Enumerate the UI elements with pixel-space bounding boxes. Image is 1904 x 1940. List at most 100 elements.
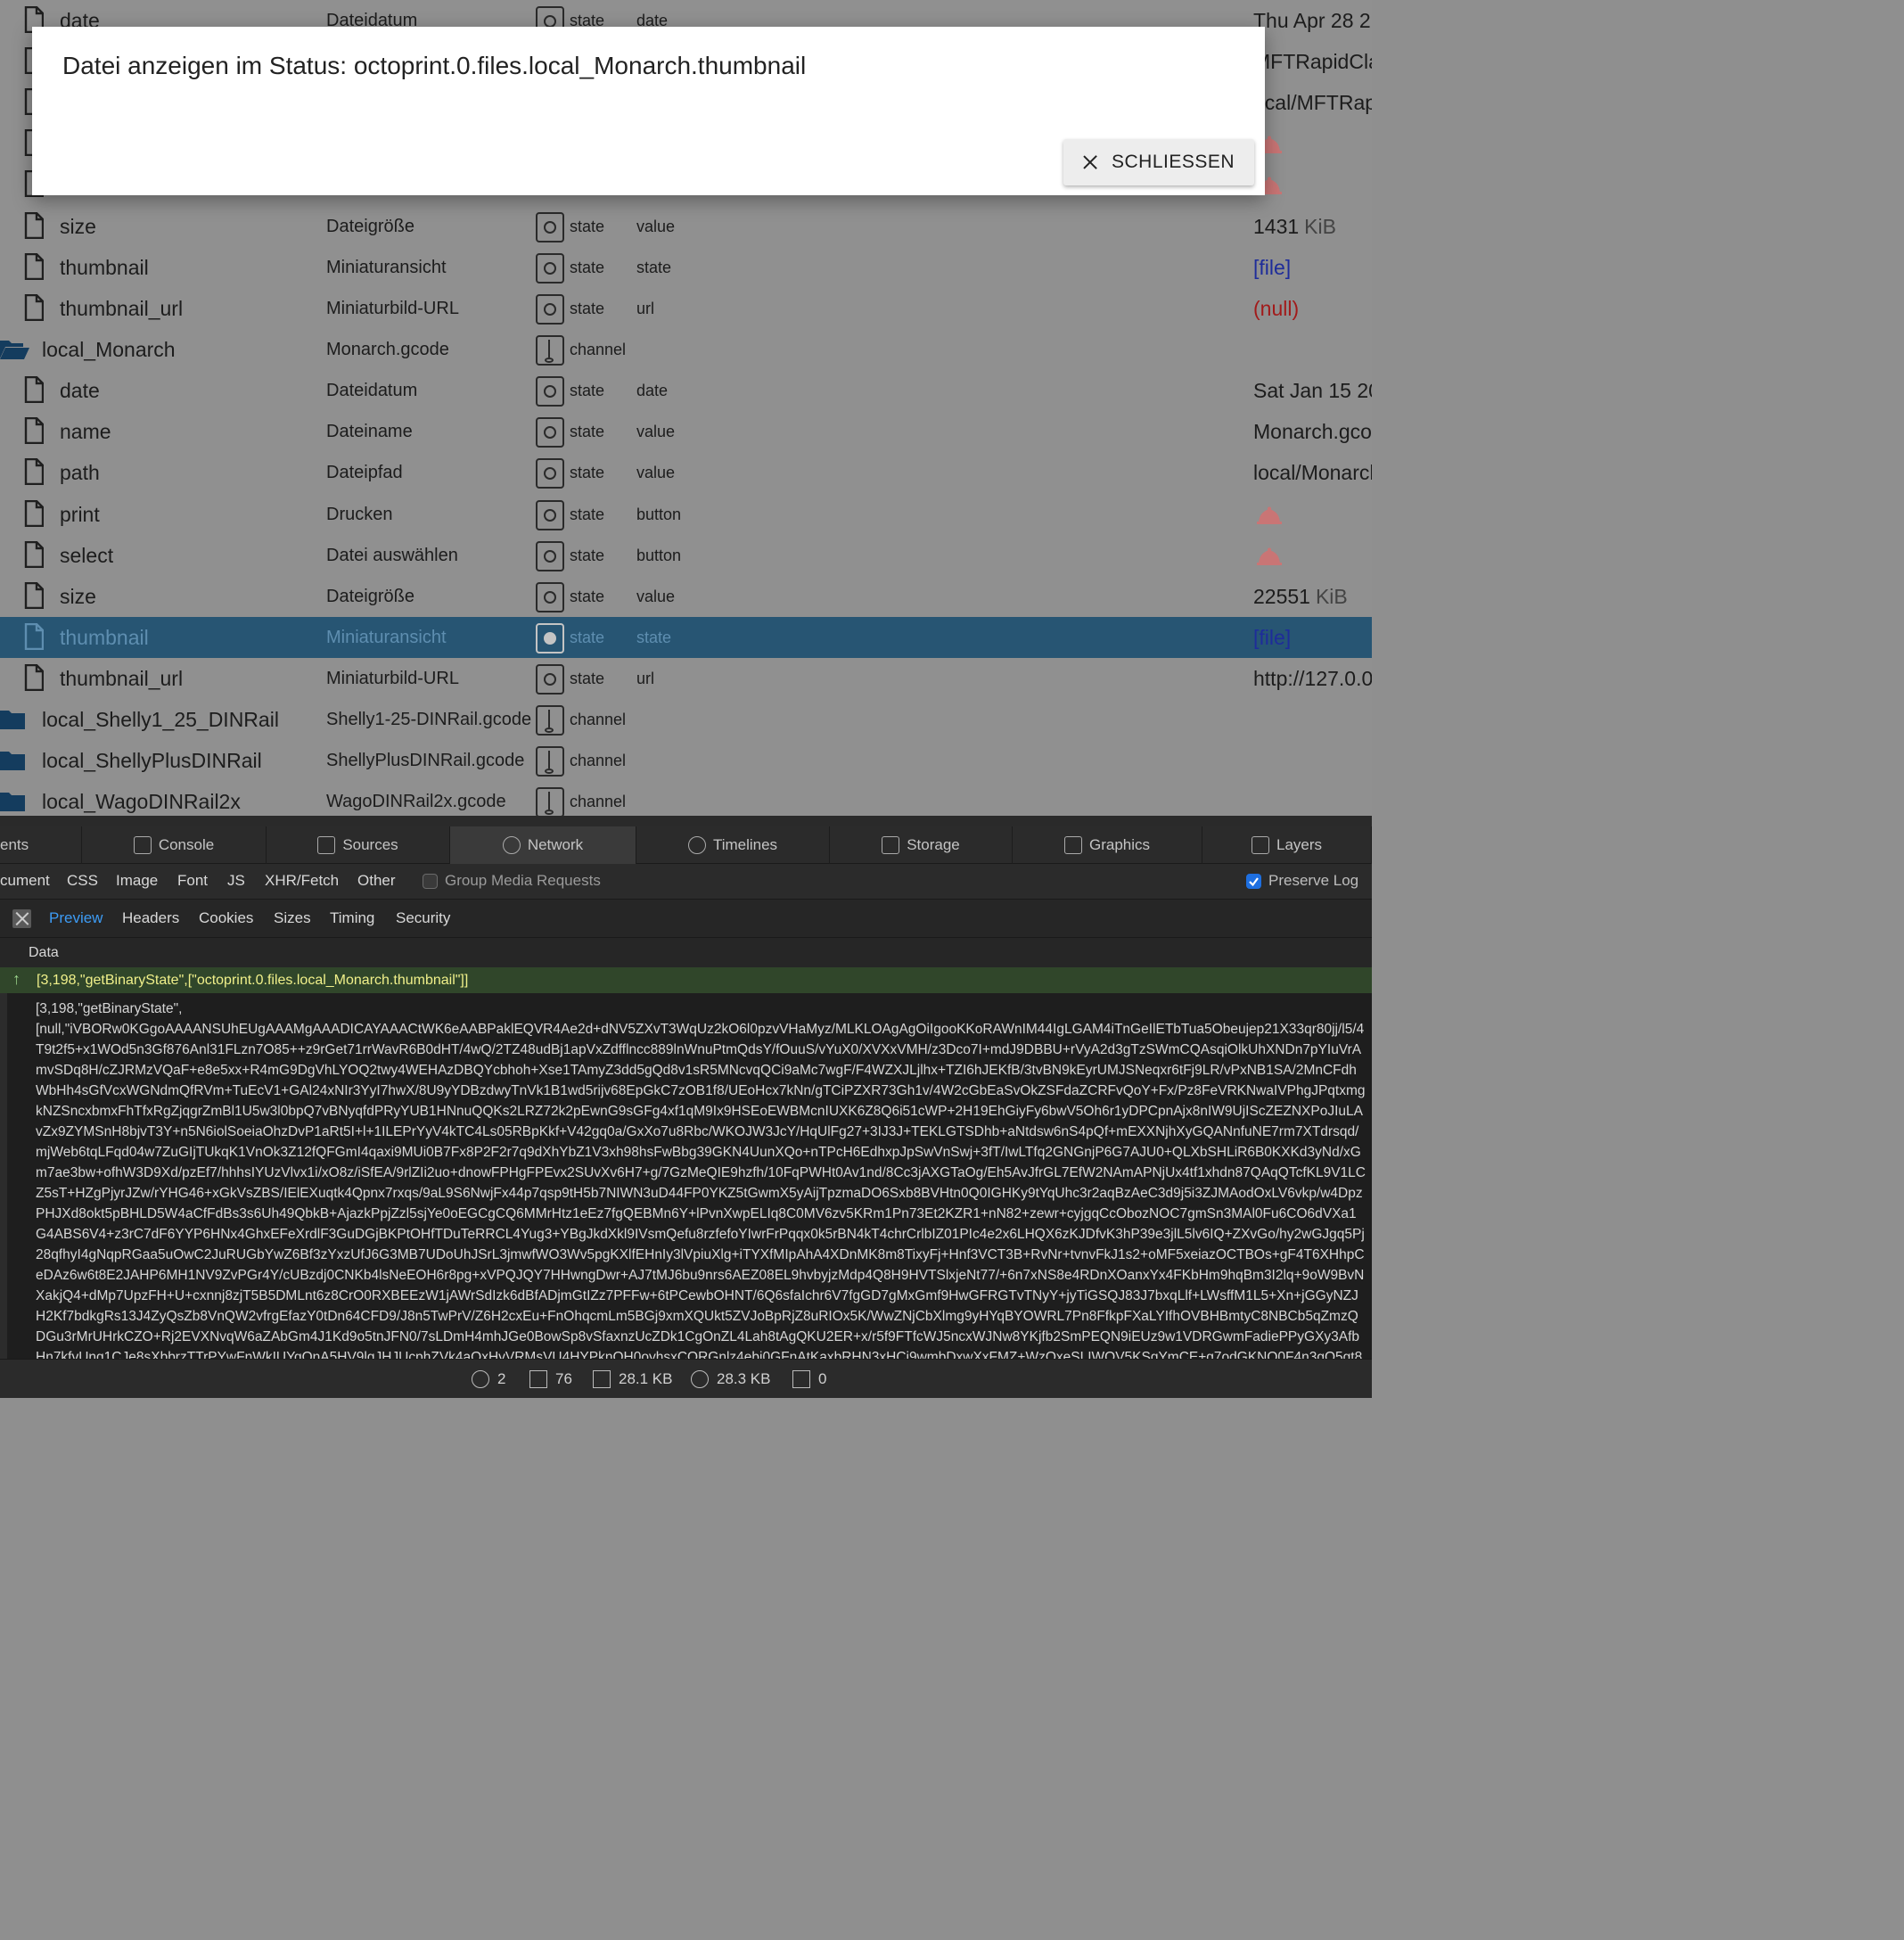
graphics-icon <box>1063 836 1082 854</box>
tree-row[interactable]: thumbnail Miniaturansicht state state [file] <box>0 247 1372 288</box>
tree-row-role: button <box>636 506 682 523</box>
tree-row-type: channel <box>570 711 627 728</box>
subtab-headers[interactable]: Headers <box>122 900 179 937</box>
domains-count: 2 <box>472 1360 505 1399</box>
channel-icon <box>536 787 564 816</box>
tree-row-role: value <box>636 588 676 605</box>
tree-row-type: channel <box>570 793 627 810</box>
error-icon <box>792 1370 810 1388</box>
tree-row-value: ocal/MFTRap <box>1253 82 1372 123</box>
tab-graphics[interactable]: Graphics <box>1013 826 1202 864</box>
group-media-checkbox[interactable] <box>423 874 438 889</box>
tree-row-name: thumbnail_url <box>60 297 184 320</box>
resources-value: 76 <box>555 1370 572 1387</box>
tree-row-name: thumbnail_url <box>60 667 184 690</box>
filter-cument[interactable]: cument <box>0 864 50 898</box>
tree-row-value[interactable]: [file] <box>1253 617 1291 658</box>
tree-row-role: url <box>636 670 655 687</box>
tree-row-description: Drucken <box>326 505 393 524</box>
tree-row-type: state <box>570 506 605 523</box>
subtab-security[interactable]: Security <box>396 900 450 937</box>
state-icon <box>536 500 564 530</box>
close-detail-icon[interactable] <box>12 909 31 928</box>
tree-row-type: state <box>570 629 605 646</box>
tree-row[interactable]: local_Shelly1_25_DINRail Shelly1-25-DINRa… <box>0 699 1372 740</box>
size-value: 28.3 KB <box>717 1370 771 1387</box>
subtab-preview[interactable]: Preview <box>49 900 103 937</box>
tree-row-description: Dateidatum <box>326 381 418 400</box>
tree-row[interactable]: path Dateipfad state value local/Monarch <box>0 452 1372 493</box>
state-icon <box>536 623 564 654</box>
file-icon <box>24 541 44 568</box>
filter-js[interactable]: JS <box>227 864 245 898</box>
state-icon <box>536 212 564 242</box>
tree-row[interactable]: size Dateigröße state value 22551 KiB <box>0 576 1372 617</box>
subtab-sizes[interactable]: Sizes <box>274 900 311 937</box>
received-message-text: [3,198,"getBinaryState", [null,"iVBORw0K… <box>36 1001 1366 1359</box>
tree-row-name: name <box>60 420 111 443</box>
received-message-panel[interactable]: [3,198,"getBinaryState", [null,"iVBORw0K… <box>0 993 1372 1359</box>
tab-timelines[interactable]: Timelines <box>636 826 830 864</box>
value-text: 22551 <box>1253 585 1310 608</box>
file-icon <box>24 582 44 609</box>
resources-count: 76 <box>529 1360 572 1399</box>
value-text: [file] <box>1253 626 1292 649</box>
devtools-resize-handle[interactable] <box>0 816 1372 826</box>
state-icon <box>536 376 564 407</box>
transferred-value: 28.1 KB <box>619 1370 673 1387</box>
filter-xhrfetch[interactable]: XHR/Fetch <box>265 864 339 898</box>
tree-row-role: value <box>636 423 676 440</box>
tree-row-description: Miniaturbild-URL <box>326 299 459 318</box>
filter-other[interactable]: Other <box>357 864 396 898</box>
tree-row-value[interactable]: [file] <box>1253 247 1291 288</box>
tab-network[interactable]: Network <box>450 826 636 864</box>
sources-icon <box>317 836 336 854</box>
file-view-dialog: Datei anzeigen im Status: octoprint.0.fi… <box>32 27 1265 195</box>
button-bell-icon[interactable] <box>1256 547 1283 565</box>
tree-row-type: state <box>570 300 605 317</box>
preserve-log-checkbox[interactable] <box>1246 874 1261 889</box>
tab-storage[interactable]: Storage <box>830 826 1013 864</box>
filter-css[interactable]: CSS <box>67 864 98 898</box>
tree-row-description: Dateigröße <box>326 217 414 236</box>
tab-sources[interactable]: Sources <box>267 826 450 864</box>
button-bell-icon[interactable] <box>1256 506 1283 524</box>
subtab-cookies[interactable]: Cookies <box>199 900 253 937</box>
value-text: http://127.0.0 <box>1253 667 1372 690</box>
tree-row-name: select <box>60 544 114 567</box>
tab-ents[interactable]: ents <box>0 826 82 864</box>
tree-row-role: state <box>636 629 672 646</box>
tree-row[interactable]: size Dateigröße state value 1431 KiB <box>0 206 1372 247</box>
file-icon <box>24 458 44 485</box>
tree-row[interactable]: name Dateiname state value Monarch.gcod <box>0 411 1372 452</box>
tab-layers[interactable]: Layers <box>1202 826 1372 864</box>
state-icon <box>536 582 564 612</box>
data-header-label: Data <box>29 945 59 960</box>
tab-console[interactable]: Console <box>82 826 267 864</box>
tree-row-value: 1431 KiB <box>1253 206 1336 247</box>
value-text: ocal/MFTRap <box>1253 91 1372 114</box>
data-column-header: Data <box>0 938 1372 967</box>
tree-row[interactable]: thumbnail_url Miniaturbild-URL state url htt… <box>0 658 1372 699</box>
tree-row-description: Datei auswählen <box>326 546 458 565</box>
tree-row-role: value <box>636 218 676 235</box>
tree-row-type: state <box>570 547 605 564</box>
file-icon <box>24 623 44 650</box>
filter-font[interactable]: Font <box>177 864 208 898</box>
tree-row[interactable]: date Dateidatum state date Sat Jan 15 20 <box>0 370 1372 411</box>
subtab-timing[interactable]: Timing <box>330 900 374 937</box>
filter-image[interactable]: Image <box>116 864 158 898</box>
state-icon <box>536 417 564 448</box>
tree-row[interactable]: local_Monarch Monarch.gcode channel <box>0 329 1372 370</box>
tree-row[interactable]: select Datei auswählen state button <box>0 535 1372 576</box>
tree-row[interactable]: thumbnail Miniaturansicht state state [file] <box>0 617 1372 658</box>
state-icon <box>536 458 564 489</box>
transferred-size: 28.1 KB <box>593 1360 673 1399</box>
tree-row[interactable]: thumbnail_url Miniaturbild-URL state url (nu… <box>0 288 1372 329</box>
sent-message-row[interactable]: ↑ [3,198,"getBinaryState",["octoprint.0.… <box>0 967 1372 993</box>
tree-row-description: Dateipfad <box>326 463 403 482</box>
tree-row[interactable]: local_WagoDINRail2x WagoDINRail2x.gcode ch… <box>0 781 1372 816</box>
close-dialog-button[interactable]: SCHLIESSEN <box>1063 139 1254 185</box>
tree-row[interactable]: print Drucken state button <box>0 494 1372 535</box>
tree-row[interactable]: local_ShellyPlusDINRail ShellyPlusDINRail… <box>0 740 1372 781</box>
